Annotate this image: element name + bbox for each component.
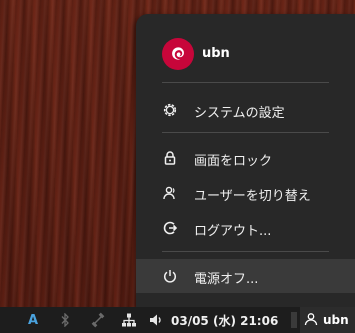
debian-swirl-icon	[162, 38, 194, 70]
taskbar: A 03/05 (水) 21:06 ubn	[0, 307, 355, 333]
user-icon	[304, 312, 318, 329]
menu-item-label: 電源オフ...	[194, 272, 259, 287]
lock-icon	[162, 150, 178, 166]
logout-icon	[162, 220, 178, 236]
keyboard-layout-indicator[interactable]: A	[26, 307, 40, 333]
volume-icon[interactable]	[148, 307, 164, 333]
taskbar-separator	[290, 307, 298, 333]
bluetooth-icon[interactable]	[58, 307, 72, 333]
network-icon[interactable]	[121, 307, 137, 333]
wired-disconnected-icon[interactable]	[90, 307, 106, 333]
menu-item-label: ログアウト...	[194, 224, 272, 239]
menu-user-header: ubn	[136, 38, 355, 72]
power-icon	[162, 268, 178, 284]
menu-item-lock-screen[interactable]: 画面をロック	[136, 141, 355, 175]
menu-item-label: 画面をロック	[194, 154, 273, 169]
menu-separator	[162, 251, 329, 252]
system-menu: ubn システムの設定 画面をロック ユーザーを切り替え ログアウト... 電源…	[136, 14, 355, 307]
menu-item-logout[interactable]: ログアウト...	[136, 211, 355, 245]
clock[interactable]: 03/05 (水) 21:06	[171, 307, 283, 333]
settings-gear-icon	[162, 102, 178, 118]
taskbar-user-name: ubn	[323, 313, 349, 327]
menu-separator	[162, 132, 329, 133]
menu-item-switch-user[interactable]: ユーザーを切り替え	[136, 176, 355, 210]
user-menu-button[interactable]: ubn	[300, 307, 355, 333]
menu-user-name: ubn	[202, 46, 230, 61]
menu-item-power-off[interactable]: 電源オフ...	[136, 259, 355, 293]
menu-item-label: システムの設定	[194, 106, 285, 121]
menu-item-system-settings[interactable]: システムの設定	[136, 93, 355, 127]
menu-separator	[162, 82, 329, 83]
menu-item-label: ユーザーを切り替え	[194, 189, 311, 204]
switch-user-icon	[162, 185, 178, 201]
